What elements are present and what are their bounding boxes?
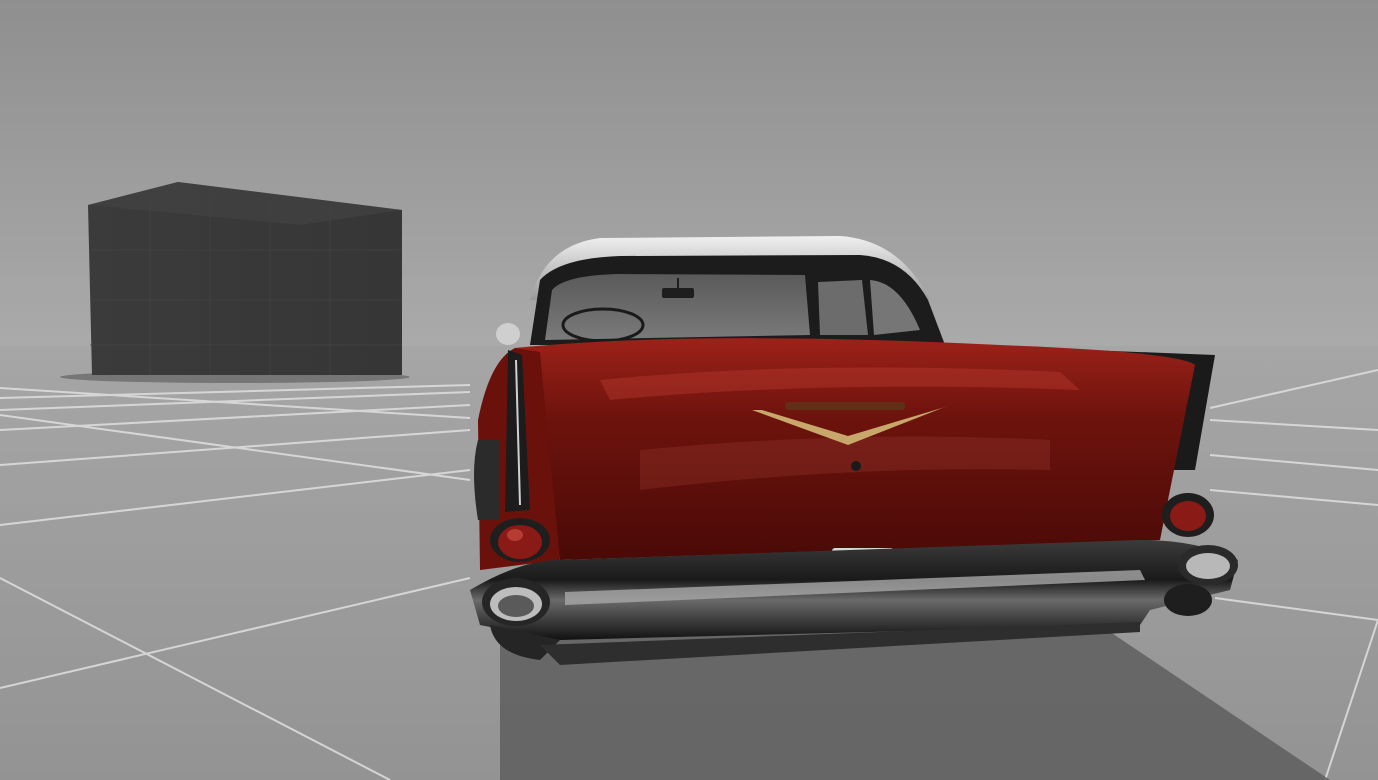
game-viewport[interactable]	[0, 0, 1378, 780]
left-rear-tire	[474, 440, 500, 520]
side-mirror	[496, 323, 520, 345]
car-side-window	[818, 280, 868, 335]
3d-scene[interactable]	[0, 0, 1378, 780]
rearview-mirror	[662, 288, 694, 298]
dark-box	[60, 182, 410, 383]
